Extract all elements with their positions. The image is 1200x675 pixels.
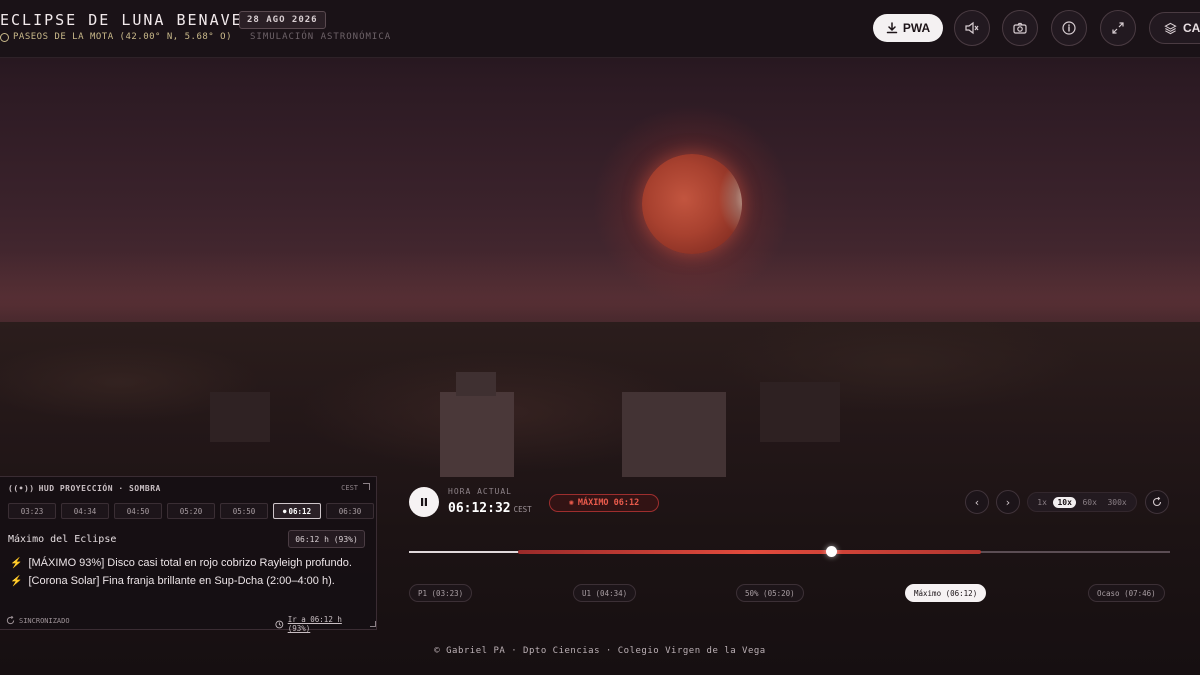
chevron-left-icon: ‹: [974, 495, 980, 509]
timeline-slider[interactable]: [409, 546, 1170, 557]
phase-marker[interactable]: P1 (03:23): [409, 584, 473, 602]
mute-button[interactable]: [954, 10, 990, 46]
app-header: ECLIPSE DE LUNA BENAVENTE 28 AGO 2026 PA…: [0, 0, 1200, 58]
screenshot-button[interactable]: [1002, 10, 1038, 46]
hud-title: HUD PROYECCIÓN · SOMBRA: [38, 484, 161, 493]
reset-icon: [1152, 497, 1162, 507]
building-right: [760, 382, 840, 442]
bolt-icon: ⚡: [10, 557, 23, 569]
layers-button[interactable]: CAP: [1149, 12, 1200, 44]
location-row: PASEOS DE LA MOTA (42.00° N, 5.68° O) SI…: [0, 32, 391, 42]
moon-bright-limb: [700, 154, 742, 254]
phase-marker-active[interactable]: Máximo (06:12): [905, 584, 987, 602]
event-title: Máximo del Eclipse: [8, 534, 117, 545]
building-left: [210, 392, 270, 442]
info-icon: [1062, 21, 1076, 35]
pause-icon: [421, 498, 427, 506]
hud-panel: ((•)) HUD PROYECCIÓN · SOMBRA CEST 03:23…: [0, 476, 377, 633]
hud-timezone: CEST: [341, 484, 358, 492]
speed-option[interactable]: 300x: [1103, 497, 1130, 508]
note-text: [Corona Solar] Fina franja brillante en …: [28, 575, 335, 587]
location-label: PASEOS DE LA MOTA (42.00° N, 5.68° O): [13, 32, 232, 42]
note-item: ⚡ [MÁXIMO 93%] Disco casi total en rojo …: [10, 557, 352, 569]
time-chip-active[interactable]: ● 06:12: [273, 503, 321, 519]
time-chip[interactable]: 04:50: [114, 503, 162, 519]
fullscreen-icon: [1112, 22, 1124, 34]
timeline-player: HORA ACTUAL 06:12:32 CEST ✺ MÁXIMO 06:12 …: [393, 477, 1200, 615]
date-badge: 28 AGO 2026: [239, 11, 326, 29]
sparkle-icon: ✺: [568, 498, 574, 508]
sync-label: SINCRONIZADO: [19, 616, 70, 625]
timeline-umbra-segment: [517, 550, 981, 554]
building-tower-top: [456, 372, 496, 396]
sync-status: SINCRONIZADO: [6, 616, 70, 625]
info-button[interactable]: [1051, 10, 1087, 46]
time-chip[interactable]: 03:23: [8, 503, 56, 519]
goto-time-link[interactable]: Ir a 06:12 h (93%): [275, 615, 376, 633]
speed-option[interactable]: 1x: [1033, 497, 1051, 508]
time-chip[interactable]: 05:50: [220, 503, 268, 519]
speed-option-active[interactable]: 10x: [1053, 496, 1076, 508]
eclipsed-moon: [642, 154, 742, 254]
reset-button[interactable]: [1145, 490, 1169, 514]
maximum-label: MÁXIMO 06:12: [577, 498, 640, 508]
clock-value: 06:12:32: [448, 501, 511, 516]
current-time-clock: 06:12:32 CEST: [448, 501, 532, 516]
camera-icon: [1013, 22, 1027, 34]
phase-marker[interactable]: Ocaso (07:46): [1088, 584, 1165, 602]
bolt-icon: ⚡: [10, 575, 23, 587]
pwa-label: PWA: [902, 21, 931, 35]
simulation-label: SIMULACIÓN ASTRONÓMICA: [249, 32, 392, 42]
speed-option[interactable]: 60x: [1078, 497, 1100, 508]
hud-header: ((•)) HUD PROYECCIÓN · SOMBRA: [8, 484, 161, 493]
install-pwa-button[interactable]: PWA: [873, 14, 943, 42]
layers-label: CAP: [1183, 21, 1200, 35]
broadcast-icon: ((•)): [8, 484, 35, 493]
pause-button[interactable]: [409, 487, 439, 517]
corner-bracket-icon: [370, 621, 376, 627]
clock-timezone: CEST: [513, 505, 532, 514]
maximum-badge: ✺ MÁXIMO 06:12: [549, 494, 659, 512]
mute-icon: [965, 21, 979, 35]
phase-marker[interactable]: U1 (04:34): [573, 584, 637, 602]
corner-bracket-icon: [363, 483, 370, 490]
time-chip[interactable]: 04:34: [61, 503, 109, 519]
step-back-button[interactable]: ‹: [965, 490, 989, 514]
credits-footer: © Gabriel PA · Dpto Ciencias · Colegio V…: [434, 646, 766, 656]
download-icon: [886, 22, 898, 34]
note-text: [MÁXIMO 93%] Disco casi total en rojo co…: [28, 557, 352, 569]
time-chip[interactable]: 05:20: [167, 503, 215, 519]
fullscreen-button[interactable]: [1100, 10, 1136, 46]
building-block: [622, 392, 726, 477]
time-chip[interactable]: 06:30: [326, 503, 374, 519]
clock-icon: [275, 620, 284, 628]
speed-selector: 1x 10x 60x 300x: [1027, 492, 1137, 512]
note-item: ⚡ [Corona Solar] Fina franja brillante e…: [10, 575, 335, 587]
current-time-label: HORA ACTUAL: [448, 487, 512, 496]
active-dot-icon: ●: [282, 507, 287, 515]
page-title: ECLIPSE DE LUNA BENAVENTE: [0, 11, 276, 29]
step-forward-button[interactable]: ›: [996, 490, 1020, 514]
phase-marker[interactable]: 50% (05:20): [736, 584, 804, 602]
time-chip-row: 03:23 04:34 04:50 05:20 05:50 ● 06:12 06:…: [8, 503, 374, 519]
timeline-thumb[interactable]: [826, 546, 838, 557]
sync-icon: [6, 616, 15, 625]
event-time-badge: 06:12 h (93%): [288, 530, 365, 548]
active-time-label: 06:12: [288, 506, 312, 516]
chevron-right-icon: ›: [1005, 495, 1011, 509]
goto-label: Ir a 06:12 h (93%): [287, 615, 342, 633]
building-tower: [440, 392, 514, 477]
location-icon: [0, 32, 9, 42]
layers-icon: [1164, 22, 1177, 34]
